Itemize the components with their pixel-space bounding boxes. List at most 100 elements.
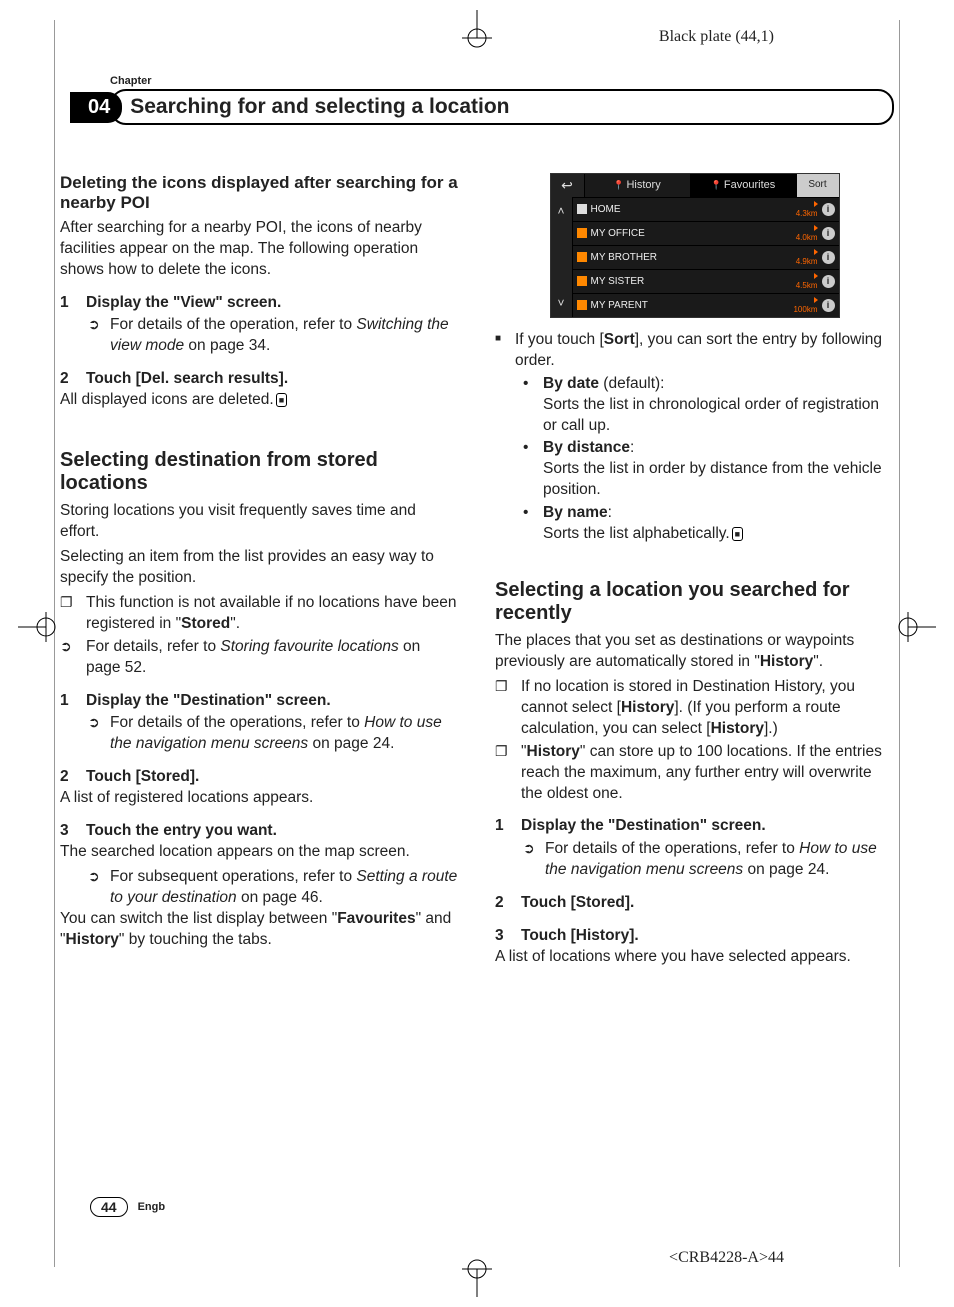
fav-icon (577, 300, 587, 310)
favourites-list: HOME4.3kmi MY OFFICE4.0kmi MY BROTHER4.9… (573, 197, 839, 317)
chapter-title-wrap: Searching for and selecting a location (110, 89, 894, 125)
bullet-text: By name:Sorts the list alphabetically.■ (543, 503, 743, 545)
step-body: All displayed icons are deleted.■ (60, 390, 459, 411)
para: You can switch the list display between … (60, 909, 459, 951)
chapter-number: 04 (70, 92, 122, 123)
info-icon[interactable]: i (822, 251, 835, 264)
crop-mark-bottom (457, 1257, 497, 1297)
list-item[interactable]: MY SISTER4.5kmi (573, 269, 839, 293)
chevron-down-icon[interactable]: ˅ (557, 295, 564, 311)
xref-text: For details of the operations, refer to … (110, 713, 459, 755)
pin-icon: 📍 (613, 180, 624, 190)
page-number: 44 (90, 1197, 128, 1217)
step-number: 3 (60, 821, 74, 842)
crop-mark-right (896, 607, 936, 647)
note-text: "History" can store up to 100 locations.… (521, 742, 894, 805)
step-title: Display the "Destination" screen. (521, 816, 766, 837)
flag-icon (814, 273, 818, 279)
language-code: Engb (138, 1201, 166, 1213)
chevron-up-icon[interactable]: ˄ (557, 203, 564, 219)
list-item[interactable]: HOME4.3kmi (573, 197, 839, 221)
note-icon: ❐ (495, 742, 511, 805)
note-text: If no location is stored in Destination … (521, 677, 894, 740)
chapter-bar: 04 Searching for and selecting a locatio… (60, 89, 894, 125)
home-icon (577, 204, 587, 214)
para: After searching for a nearby POI, the ic… (60, 218, 459, 281)
crop-mark-top (457, 10, 497, 50)
para: Selecting an item from the list provides… (60, 547, 459, 589)
fav-icon (577, 276, 587, 286)
step-title: Touch the entry you want. (86, 821, 277, 842)
step-title: Display the "View" screen. (86, 293, 281, 314)
page-footer: 44 Engb (90, 1197, 165, 1217)
step-number: 2 (60, 369, 74, 390)
flag-icon (814, 297, 818, 303)
square-bullet-icon: ■ (495, 330, 505, 348)
xref-text: For details of the operations, refer to … (545, 839, 894, 881)
step-title: Display the "Destination" screen. (86, 691, 331, 712)
para: Storing locations you visit frequently s… (60, 501, 459, 543)
heading-deleting-icons: Deleting the icons displayed after searc… (60, 173, 459, 214)
xref-icon: ➲ (60, 637, 76, 679)
xref-icon: ➲ (88, 713, 102, 755)
chapter-label: Chapter (110, 75, 894, 87)
flag-icon (814, 225, 818, 231)
doc-code: <CRB4228-A>44 (669, 1249, 784, 1267)
fav-icon (577, 252, 587, 262)
step-body: The searched location appears on the map… (60, 842, 459, 863)
step-title: Touch [Stored]. (521, 893, 634, 914)
note-icon: ❐ (60, 593, 76, 635)
bullet-text: By date (default):Sorts the list in chro… (543, 374, 894, 437)
sort-button[interactable]: Sort (797, 174, 839, 197)
step-number: 2 (495, 893, 509, 914)
pin-icon: 📍 (711, 180, 722, 190)
step-number: 1 (60, 691, 74, 712)
list-item[interactable]: MY OFFICE4.0kmi (573, 221, 839, 245)
device-screenshot: ↩ 📍History 📍Favourites Sort ˄ ˅ HOME4.3k… (550, 173, 840, 318)
tab-history[interactable]: 📍History (585, 174, 691, 197)
xref-icon: ➲ (88, 315, 102, 357)
para: If you touch [Sort], you can sort the en… (515, 330, 894, 372)
right-column: ↩ 📍History 📍Favourites Sort ˄ ˅ HOME4.3k… (495, 173, 894, 972)
note-text: This function is not available if no loc… (86, 593, 459, 635)
xref-icon: ➲ (88, 867, 102, 909)
step-number: 2 (60, 767, 74, 788)
end-mark-icon: ■ (732, 527, 743, 541)
bullet-icon: • (523, 503, 533, 545)
xref-text: For details, refer to Storing favourite … (86, 637, 459, 679)
step-number: 1 (60, 293, 74, 314)
xref-text: For subsequent operations, refer to Sett… (110, 867, 459, 909)
flag-icon (814, 201, 818, 207)
step-title: Touch [History]. (521, 926, 639, 947)
page: Chapter 04 Searching for and selecting a… (0, 0, 954, 1012)
tab-favourites[interactable]: 📍Favourites (691, 174, 797, 197)
xref-icon: ➲ (523, 839, 537, 881)
end-mark-icon: ■ (276, 393, 287, 407)
back-button[interactable]: ↩ (551, 174, 585, 197)
step-number: 3 (495, 926, 509, 947)
info-icon[interactable]: i (822, 227, 835, 240)
plate-label: Black plate (44,1) (659, 28, 774, 46)
bullet-icon: • (523, 438, 533, 501)
scroll-buttons[interactable]: ˄ ˅ (551, 197, 573, 317)
info-icon[interactable]: i (822, 299, 835, 312)
heading-selecting-stored: Selecting destination from stored locati… (60, 449, 459, 495)
list-item[interactable]: MY PARENT100kmi (573, 293, 839, 317)
info-icon[interactable]: i (822, 203, 835, 216)
crop-mark-left (18, 607, 58, 647)
xref-text: For details of the operation, refer to S… (110, 315, 459, 357)
fav-icon (577, 228, 587, 238)
step-title: Touch [Del. search results]. (86, 369, 288, 390)
step-body: A list of locations where you have selec… (495, 947, 894, 968)
note-icon: ❐ (495, 677, 511, 740)
info-icon[interactable]: i (822, 275, 835, 288)
flag-icon (814, 249, 818, 255)
step-number: 1 (495, 816, 509, 837)
step-body: A list of registered locations appears. (60, 788, 459, 809)
step-title: Touch [Stored]. (86, 767, 199, 788)
heading-selecting-recent: Selecting a location you searched for re… (495, 579, 894, 625)
list-item[interactable]: MY BROTHER4.9kmi (573, 245, 839, 269)
left-column: Deleting the icons displayed after searc… (60, 173, 459, 972)
bullet-icon: • (523, 374, 533, 437)
bullet-text: By distance:Sorts the list in order by d… (543, 438, 894, 501)
